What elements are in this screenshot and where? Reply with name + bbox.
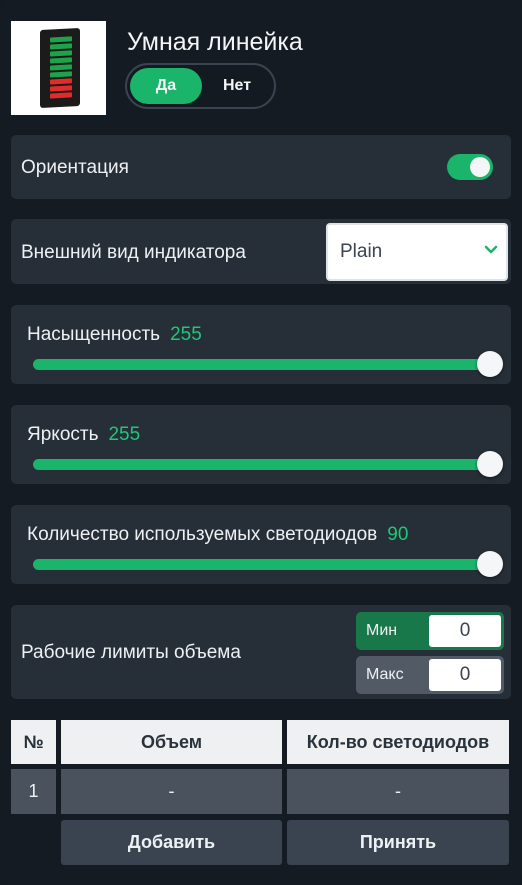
brightness-value: 255 [108,424,141,445]
column-header-volume: Объем [61,720,282,764]
brightness-card: Яркость 255 [11,405,511,484]
saturation-slider[interactable] [33,359,491,370]
smart-ruler-panel: Умная линейка Да Нет Ориентация Внешний … [0,0,522,885]
chevron-down-icon [484,245,498,254]
column-header-number: № [11,720,56,764]
led-count-title: Количество используемых светодиодов [27,524,378,545]
table-row-volume[interactable]: - [61,769,282,814]
orientation-card: Ориентация [11,135,511,199]
saturation-label: Насыщенность 255 [27,324,202,346]
device-thumbnail [11,21,106,115]
volume-limits-label: Рабочие лимиты объема [21,642,241,663]
no-option[interactable]: Нет [201,68,273,104]
volume-limits-card: Рабочие лимиты объема Мин 0 Макс 0 [11,605,511,699]
min-limit-label: Мин [366,622,398,639]
min-limit-group: Мин 0 [356,612,504,650]
led-count-slider-handle[interactable] [477,551,503,577]
column-header-led-count: Кол-во светодиодов [287,720,509,764]
saturation-card: Насыщенность 255 [11,305,511,384]
table-row-led-count[interactable]: - [287,769,509,814]
brightness-label: Яркость 255 [27,424,140,446]
orientation-label: Ориентация [21,157,129,178]
max-limit-input[interactable]: 0 [429,659,501,691]
brightness-slider[interactable] [33,459,491,470]
max-limit-label: Макс [366,666,404,683]
indicator-look-select[interactable]: Plain [326,223,508,281]
orientation-switch[interactable] [447,154,493,180]
led-bar-device-icon [40,27,80,109]
switch-knob [470,157,490,177]
saturation-slider-handle[interactable] [477,351,503,377]
select-value: Plain [340,241,383,262]
min-limit-input[interactable]: 0 [429,615,501,647]
led-count-value: 90 [387,524,409,545]
saturation-value: 255 [170,324,202,345]
enable-toggle-group: Да Нет [125,63,276,109]
led-count-card: Количество используемых светодиодов 90 [11,505,511,584]
page-title: Умная линейка [127,28,303,56]
led-count-label: Количество используемых светодиодов 90 [27,524,408,546]
add-button[interactable]: Добавить [61,820,282,865]
indicator-look-label: Внешний вид индикатора [21,242,246,263]
saturation-title: Насыщенность [27,324,161,345]
table-row-number: 1 [11,769,56,814]
brightness-slider-handle[interactable] [477,451,503,477]
yes-option[interactable]: Да [130,68,202,104]
indicator-look-card: Внешний вид индикатора Plain [11,219,511,284]
accept-button[interactable]: Принять [287,820,509,865]
max-limit-group: Макс 0 [356,656,504,694]
brightness-title: Яркость [27,424,99,445]
led-count-slider[interactable] [33,559,491,570]
